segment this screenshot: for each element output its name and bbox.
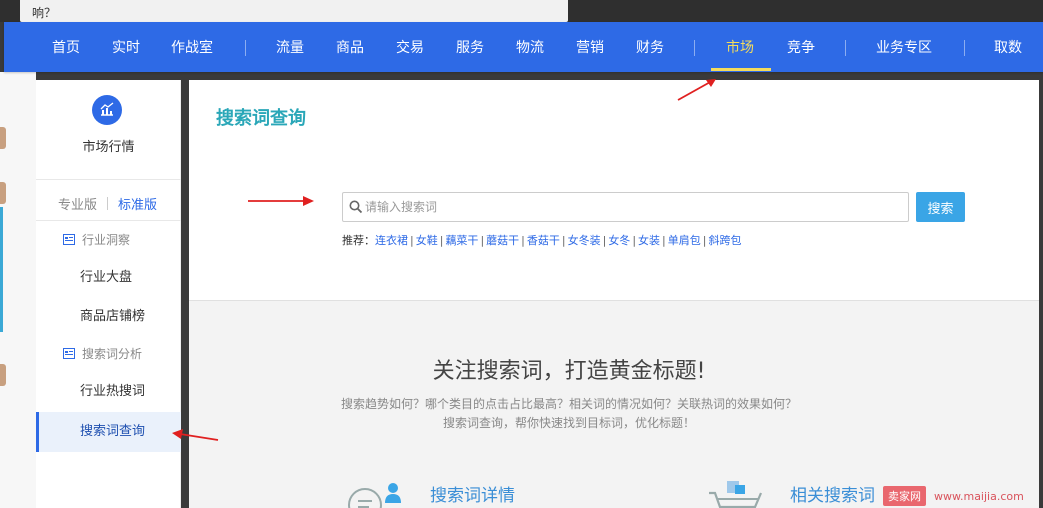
nav-item-products[interactable]: 商品	[336, 22, 364, 72]
background-avatar	[0, 182, 6, 204]
sidebar-section-industry-insight: 行业洞察	[82, 233, 131, 247]
nav-item-transactions[interactable]: 交易	[396, 22, 424, 72]
tab-standard-version[interactable]: 标准版	[118, 194, 157, 213]
sidebar-title: 市场行情	[82, 140, 135, 155]
recommend-term[interactable]: 藕菜干	[445, 234, 478, 247]
intro-description: 搜索趋势如何？哪个类目的点击占比最高？相关词的情况如何？关联热词的效果如何？	[340, 397, 797, 411]
sidebar: 市场行情 专业版 标准版 行业洞察 行业大盘 商品店铺榜 搜索词分析 行业热搜词…	[36, 80, 181, 508]
background-avatar	[0, 127, 6, 149]
document-icon	[63, 348, 75, 359]
feature-search-term-details[interactable]: 搜索词详情	[430, 481, 515, 506]
sidebar-divider	[36, 179, 181, 180]
version-separator	[107, 197, 108, 210]
search-detail-icon	[348, 483, 401, 508]
nav-item-service[interactable]: 服务	[456, 22, 484, 72]
recommend-term[interactable]: 蘑菇干	[486, 234, 519, 247]
nav-item-traffic[interactable]: 流量	[276, 22, 304, 72]
recommend-term[interactable]: 女鞋	[416, 234, 438, 247]
nav-item-war-room[interactable]: 作战室	[171, 22, 213, 72]
recommend-term[interactable]: 连衣裙	[375, 234, 408, 247]
search-button[interactable]: 搜索	[916, 192, 965, 222]
intro-description: 搜索词查询，帮你快速找到目标词，优化标题！	[442, 416, 695, 430]
slogan-heading: 关注搜索词，打造黄金标题!	[432, 359, 706, 384]
background-left-strip	[0, 72, 36, 508]
shopping-cart-icon	[709, 481, 763, 508]
nav-item-market[interactable]: 市场	[726, 22, 754, 72]
intro-panel: 关注搜索词，打造黄金标题! 搜索趋势如何？哪个类目的点击占比最高？相关词的情况如…	[189, 301, 1039, 508]
background-accent-bar	[0, 207, 3, 332]
nav-separator	[694, 40, 695, 56]
search-panel: 搜索词查询 搜索 推荐：连衣裙|女鞋|藕菜干|蘑菇干|香菇干|女冬装|女冬|女装…	[189, 80, 1039, 300]
nav-active-indicator	[711, 68, 771, 71]
nav-item-finance[interactable]: 财务	[636, 22, 664, 72]
watermark: 卖家网 www.maijia.com	[883, 486, 1024, 506]
background-avatar	[0, 364, 6, 386]
page-title: 搜索词查询	[216, 108, 306, 129]
tab-pro-version[interactable]: 专业版	[58, 194, 97, 213]
nav-separator	[245, 40, 246, 56]
nav-separator	[964, 40, 965, 56]
annotation-arrow-icon	[248, 196, 314, 206]
sidebar-divider	[36, 220, 181, 221]
recommend-label: 推荐：	[342, 234, 375, 247]
nav-item-marketing[interactable]: 营销	[576, 22, 604, 72]
document-icon	[63, 234, 75, 245]
recommend-term[interactable]: 单肩包	[668, 234, 701, 247]
nav-item-realtime[interactable]: 实时	[112, 22, 140, 72]
top-navbar: 首页 实时 作战室 流量 商品 交易 服务 物流 营销 财务 市场 竞争 业务专…	[4, 22, 1043, 72]
recommended-terms: 推荐：连衣裙 | 女鞋 | 藕菜干 | 蘑菇干 | 香菇干 | 女冬装 | 女冬 | 女装 | 单肩包 | 斜跨包	[342, 234, 742, 247]
nav-item-competition[interactable]: 竞争	[787, 22, 815, 72]
nav-item-data-fetch[interactable]: 取数	[994, 22, 1022, 72]
nav-item-home[interactable]: 首页	[52, 22, 80, 72]
recommend-term[interactable]: 女装	[638, 234, 660, 247]
nav-separator	[845, 40, 846, 56]
nav-item-logistics[interactable]: 物流	[516, 22, 544, 72]
background-chat-popup: 响？ ︿	[20, 0, 568, 22]
recommend-term[interactable]: 斜跨包	[708, 234, 741, 247]
recommend-term[interactable]: 香菇干	[527, 234, 560, 247]
search-input[interactable]	[365, 193, 905, 221]
annotation-arrow-icon	[677, 79, 716, 101]
watermark-url: www.maijia.com	[934, 489, 1024, 503]
background-window-strip: 响？ ︿	[0, 0, 1043, 22]
market-chart-icon	[92, 95, 122, 125]
nav-item-business-zone[interactable]: 业务专区	[876, 22, 932, 72]
search-icon	[349, 200, 363, 214]
watermark-badge: 卖家网	[883, 486, 926, 506]
annotation-arrow-icon	[172, 429, 219, 441]
recommend-term[interactable]: 女冬装	[568, 234, 601, 247]
sidebar-item-search-term-query[interactable]: 搜索词查询	[36, 412, 181, 452]
sidebar-item-product-store-ranking[interactable]: 商品店铺榜	[36, 298, 181, 336]
feature-related-search-terms[interactable]: 相关搜索词	[790, 481, 875, 506]
sidebar-section-search-analysis: 搜索词分析	[82, 347, 143, 361]
sidebar-item-hot-search-terms[interactable]: 行业热搜词	[36, 373, 181, 411]
recommend-term[interactable]: 女冬	[608, 234, 630, 247]
search-box	[342, 192, 909, 222]
sidebar-item-industry-overview[interactable]: 行业大盘	[36, 259, 181, 297]
chevron-up-icon[interactable]: ︿	[32, 0, 430, 17]
